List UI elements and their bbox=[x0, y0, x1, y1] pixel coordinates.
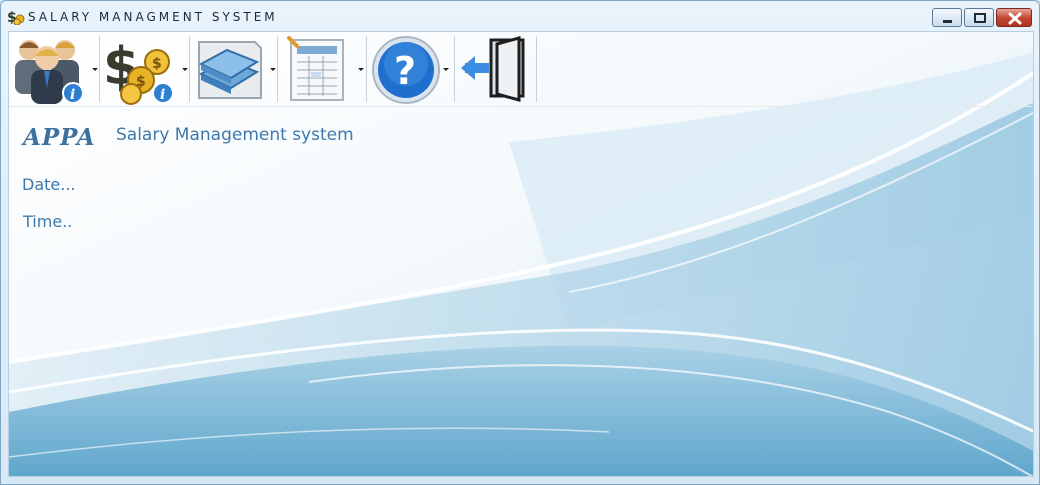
books-button[interactable] bbox=[191, 34, 276, 105]
dropdown-arrow-icon[interactable] bbox=[182, 68, 188, 71]
toolbar-separator bbox=[99, 36, 100, 102]
close-button[interactable] bbox=[996, 8, 1032, 27]
minimize-button[interactable] bbox=[932, 8, 962, 27]
toolbar-divider bbox=[9, 106, 1033, 107]
svg-text:?: ? bbox=[394, 49, 416, 93]
dollar-coins-info-icon: $ $ $ i bbox=[103, 37, 174, 105]
spreadsheet-icon bbox=[287, 36, 344, 101]
help-icon: ? bbox=[372, 36, 440, 104]
dollar-coins-icon: $ bbox=[7, 10, 25, 25]
page-title: Salary Management system bbox=[116, 125, 354, 145]
toolbar-separator bbox=[366, 36, 367, 102]
time-label: Time.. bbox=[23, 212, 73, 231]
title-bar[interactable]: $ SALARY MANAGMENT SYSTEM bbox=[1, 1, 1039, 31]
window-title: SALARY MANAGMENT SYSTEM bbox=[28, 10, 278, 24]
toolbar-separator bbox=[189, 36, 190, 102]
svg-text:i: i bbox=[160, 87, 165, 103]
appa-logo: APPA bbox=[23, 124, 96, 151]
books-icon bbox=[198, 41, 262, 99]
reports-button[interactable] bbox=[279, 34, 364, 105]
dropdown-arrow-icon[interactable] bbox=[358, 68, 364, 71]
close-icon bbox=[1008, 12, 1022, 25]
date-label: Date... bbox=[22, 175, 76, 194]
restore-button[interactable] bbox=[964, 8, 994, 27]
main-panel: i $ $ $ i ? APPA Salary Management syste… bbox=[8, 31, 1034, 477]
toolbar-separator bbox=[536, 36, 537, 102]
dropdown-arrow-icon[interactable] bbox=[92, 68, 98, 71]
help-button[interactable]: ? bbox=[368, 34, 450, 105]
exit-button[interactable] bbox=[457, 34, 535, 105]
employees-info-button[interactable]: i bbox=[11, 34, 98, 105]
dropdown-arrow-icon[interactable] bbox=[270, 68, 276, 71]
minimize-icon bbox=[943, 20, 952, 23]
svg-text:i: i bbox=[70, 87, 75, 103]
toolbar-separator bbox=[454, 36, 455, 102]
employees-info-icon: i bbox=[15, 40, 84, 104]
dropdown-arrow-icon[interactable] bbox=[443, 68, 449, 71]
toolbar: i $ $ $ i ? bbox=[9, 32, 1033, 107]
toolbar-separator bbox=[277, 36, 278, 102]
exit-door-icon bbox=[461, 36, 525, 102]
main-window: $ SALARY MANAGMENT SYSTEM i $ $ $ i ? AP… bbox=[0, 0, 1040, 485]
restore-icon bbox=[974, 13, 986, 23]
salary-info-button[interactable]: $ $ $ i bbox=[101, 34, 188, 105]
svg-text:$: $ bbox=[152, 56, 162, 72]
